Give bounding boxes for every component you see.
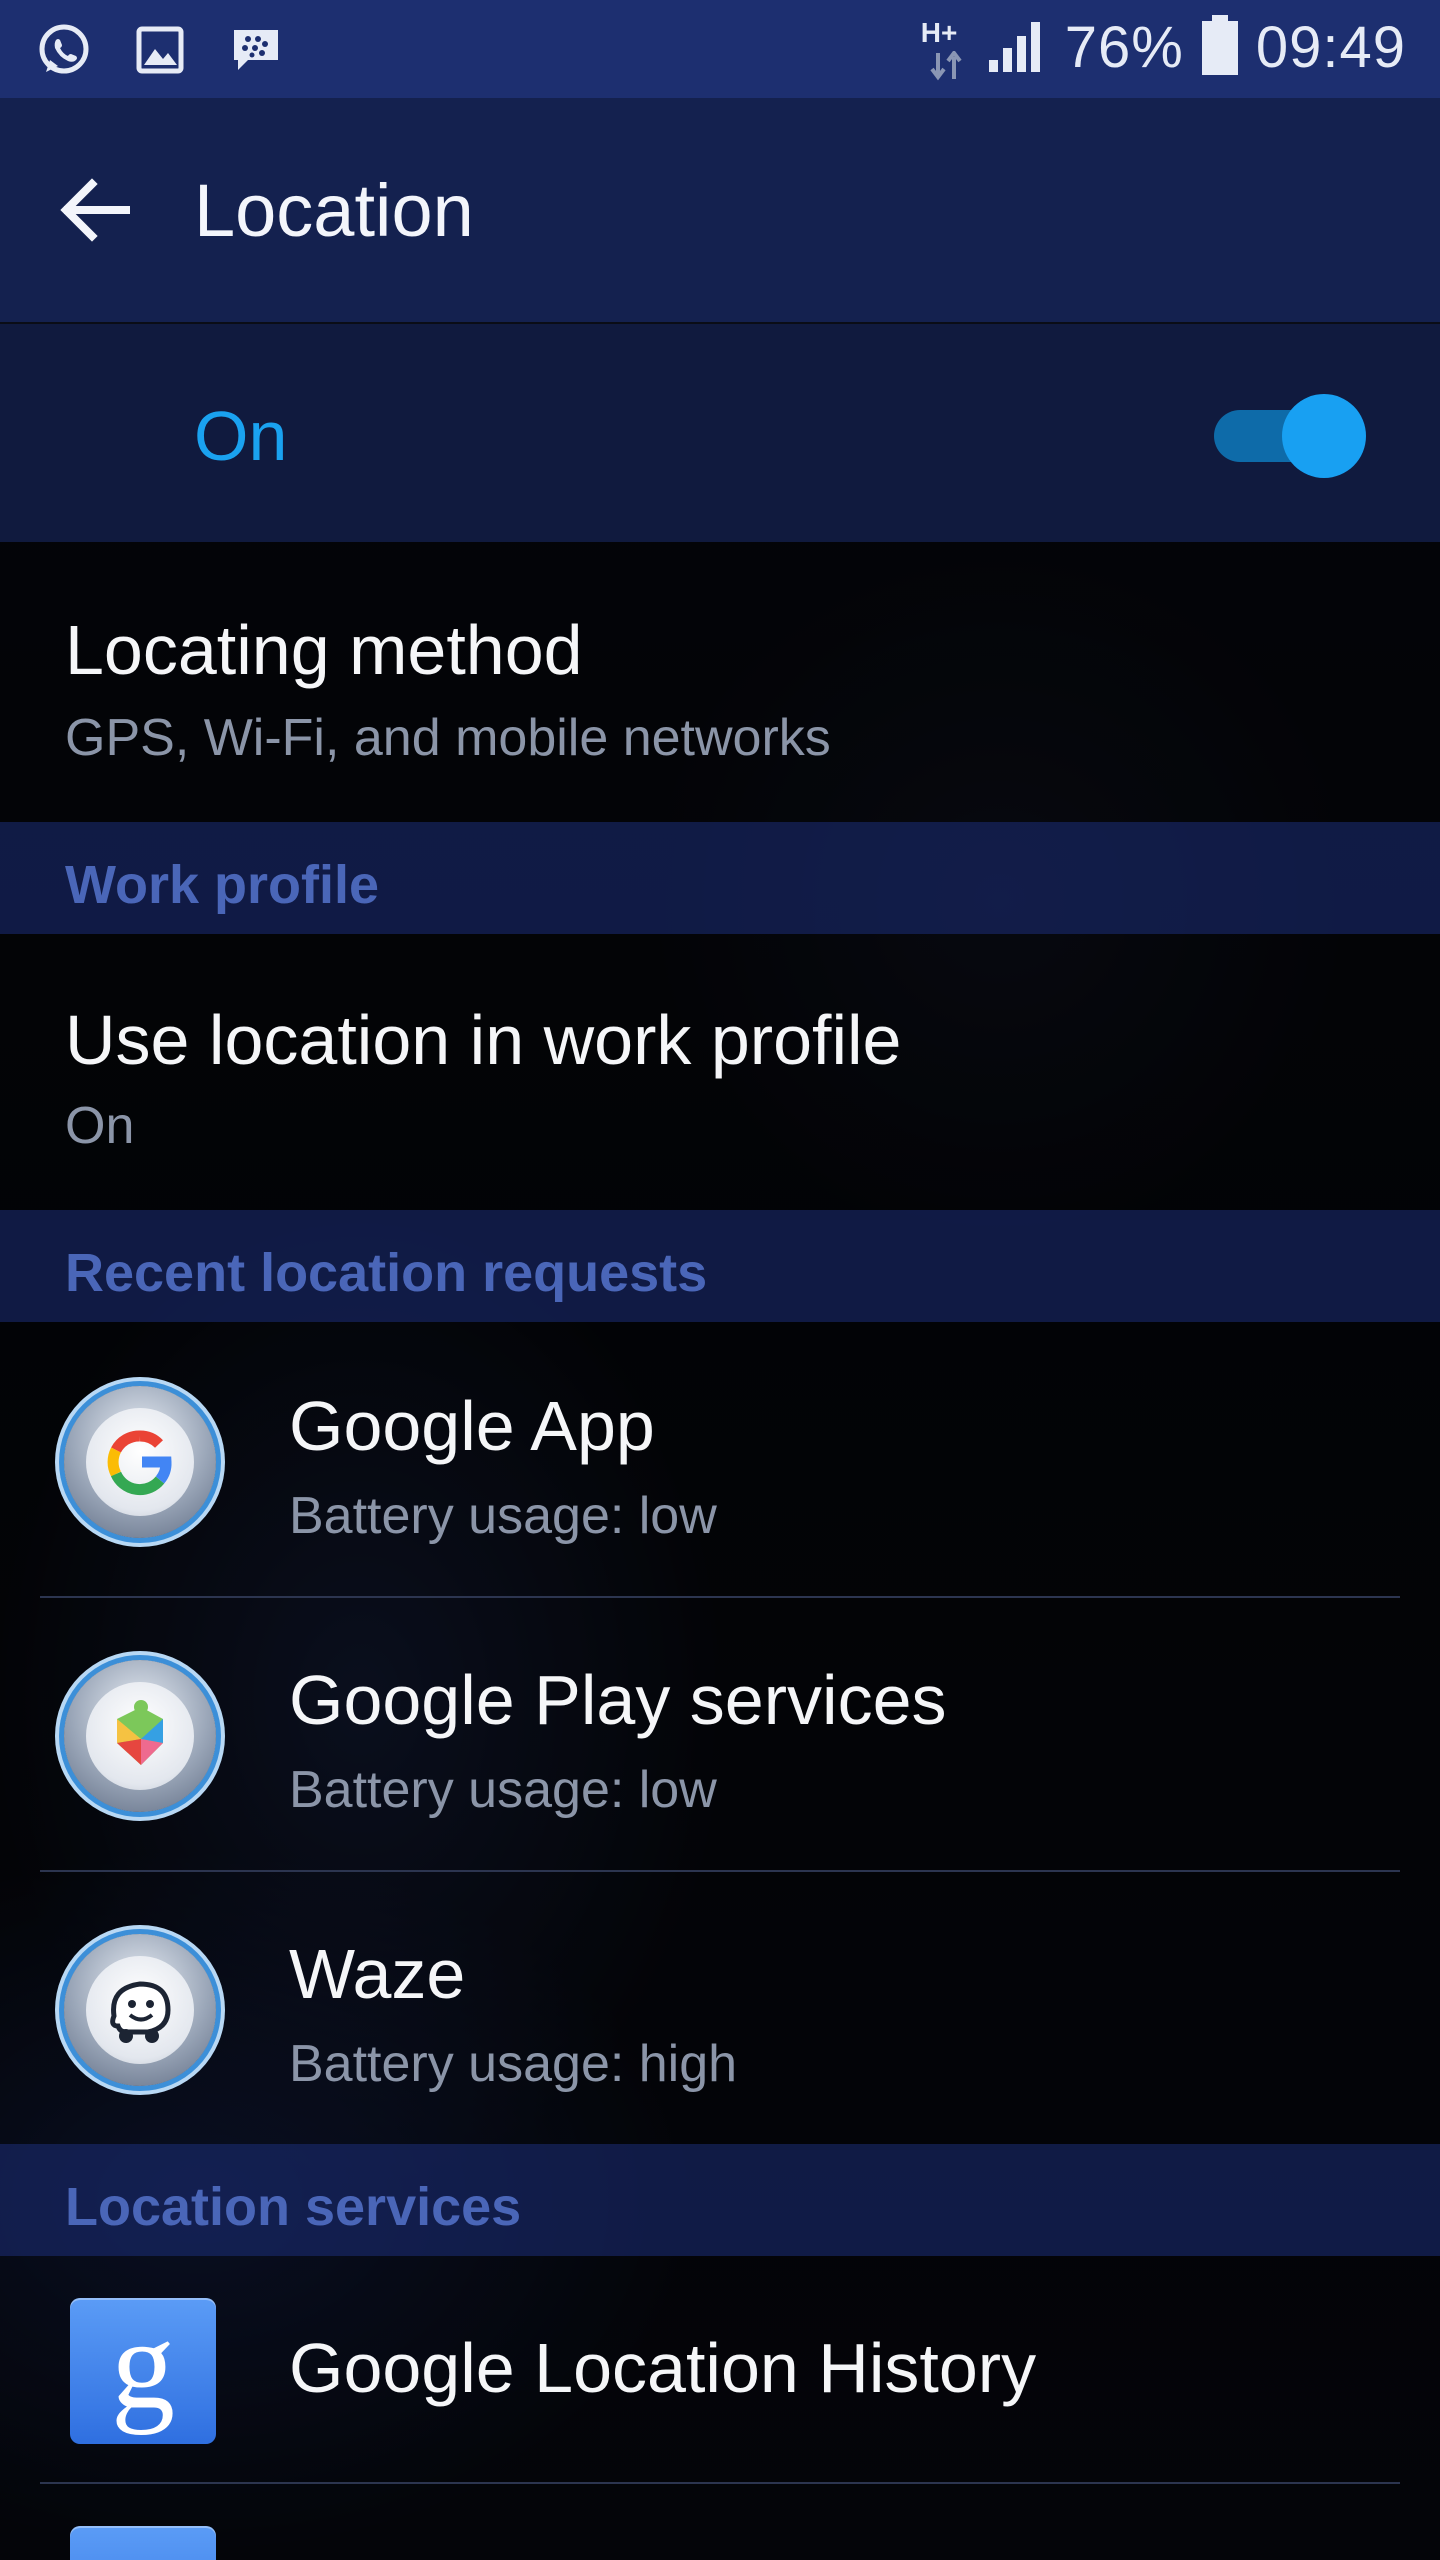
locating-method-summary: GPS, Wi-Fi, and mobile networks <box>65 709 831 767</box>
page-title: Location <box>194 169 474 252</box>
service-name: Google Location History <box>289 2329 1037 2407</box>
location-services-list: g Google Location History <box>0 2256 1440 2560</box>
battery-usage: Battery usage: low <box>289 1487 717 1545</box>
section-header-label: Recent location requests <box>65 1243 708 1303</box>
back-arrow-icon[interactable] <box>56 170 136 250</box>
list-item[interactable] <box>0 2484 1440 2560</box>
work-profile-location-title: Use location in work profile <box>65 1001 902 1079</box>
whatsapp-icon <box>36 22 92 78</box>
signal-icon <box>987 16 1047 79</box>
battery-usage: Battery usage: high <box>289 2035 738 2093</box>
work-profile-location-item[interactable]: Use location in work profile On <box>0 934 1440 1210</box>
app-bar: Location <box>0 98 1440 322</box>
status-bar: H+ 76% 09:49 <box>0 0 1440 98</box>
recent-requests-list: Google App Battery usage: low Google Pla… <box>0 1322 1440 2144</box>
locating-method-title: Locating method <box>65 611 583 689</box>
app-name: Google App <box>289 1387 655 1465</box>
section-header-work-profile: Work profile <box>0 822 1440 934</box>
section-header-label: Location services <box>65 2177 522 2237</box>
battery-percentage: 76% <box>1064 15 1184 80</box>
app-name: Waze <box>289 1935 466 2013</box>
list-item[interactable]: g Google Location History <box>0 2256 1440 2482</box>
list-item[interactable]: Google Play services Battery usage: low <box>0 1598 1440 1870</box>
blackberry-messenger-icon <box>228 22 284 78</box>
section-header-location-services: Location services <box>0 2144 1440 2256</box>
list-item[interactable]: Google App Battery usage: low <box>0 1322 1440 1596</box>
location-toggle[interactable] <box>1214 386 1372 478</box>
network-type-icon: H+ <box>919 15 969 81</box>
battery-icon <box>1201 15 1238 80</box>
locating-method-item[interactable]: Locating method GPS, Wi-Fi, and mobile n… <box>0 542 1440 822</box>
master-switch-label: On <box>194 397 288 475</box>
waze-icon <box>64 1934 216 2086</box>
location-master-switch-row[interactable]: On <box>0 324 1440 542</box>
app-name: Google Play services <box>289 1661 947 1739</box>
battery-usage: Battery usage: low <box>289 1761 717 1819</box>
section-header-recent-requests: Recent location requests <box>0 1210 1440 1322</box>
clock: 09:49 <box>1255 15 1406 80</box>
play-services-icon <box>64 1660 216 1812</box>
toggle-thumb <box>1282 394 1366 478</box>
google-app-icon <box>64 1386 216 1538</box>
section-header-label: Work profile <box>65 855 380 915</box>
google-location-history-icon: g <box>70 2293 216 2444</box>
google-service-icon <box>70 2526 216 2560</box>
work-profile-location-summary: On <box>65 1097 135 1155</box>
list-item[interactable]: Waze Battery usage: high <box>0 1872 1440 2144</box>
icon-glyph: g <box>111 2292 175 2435</box>
gallery-icon <box>132 22 188 78</box>
